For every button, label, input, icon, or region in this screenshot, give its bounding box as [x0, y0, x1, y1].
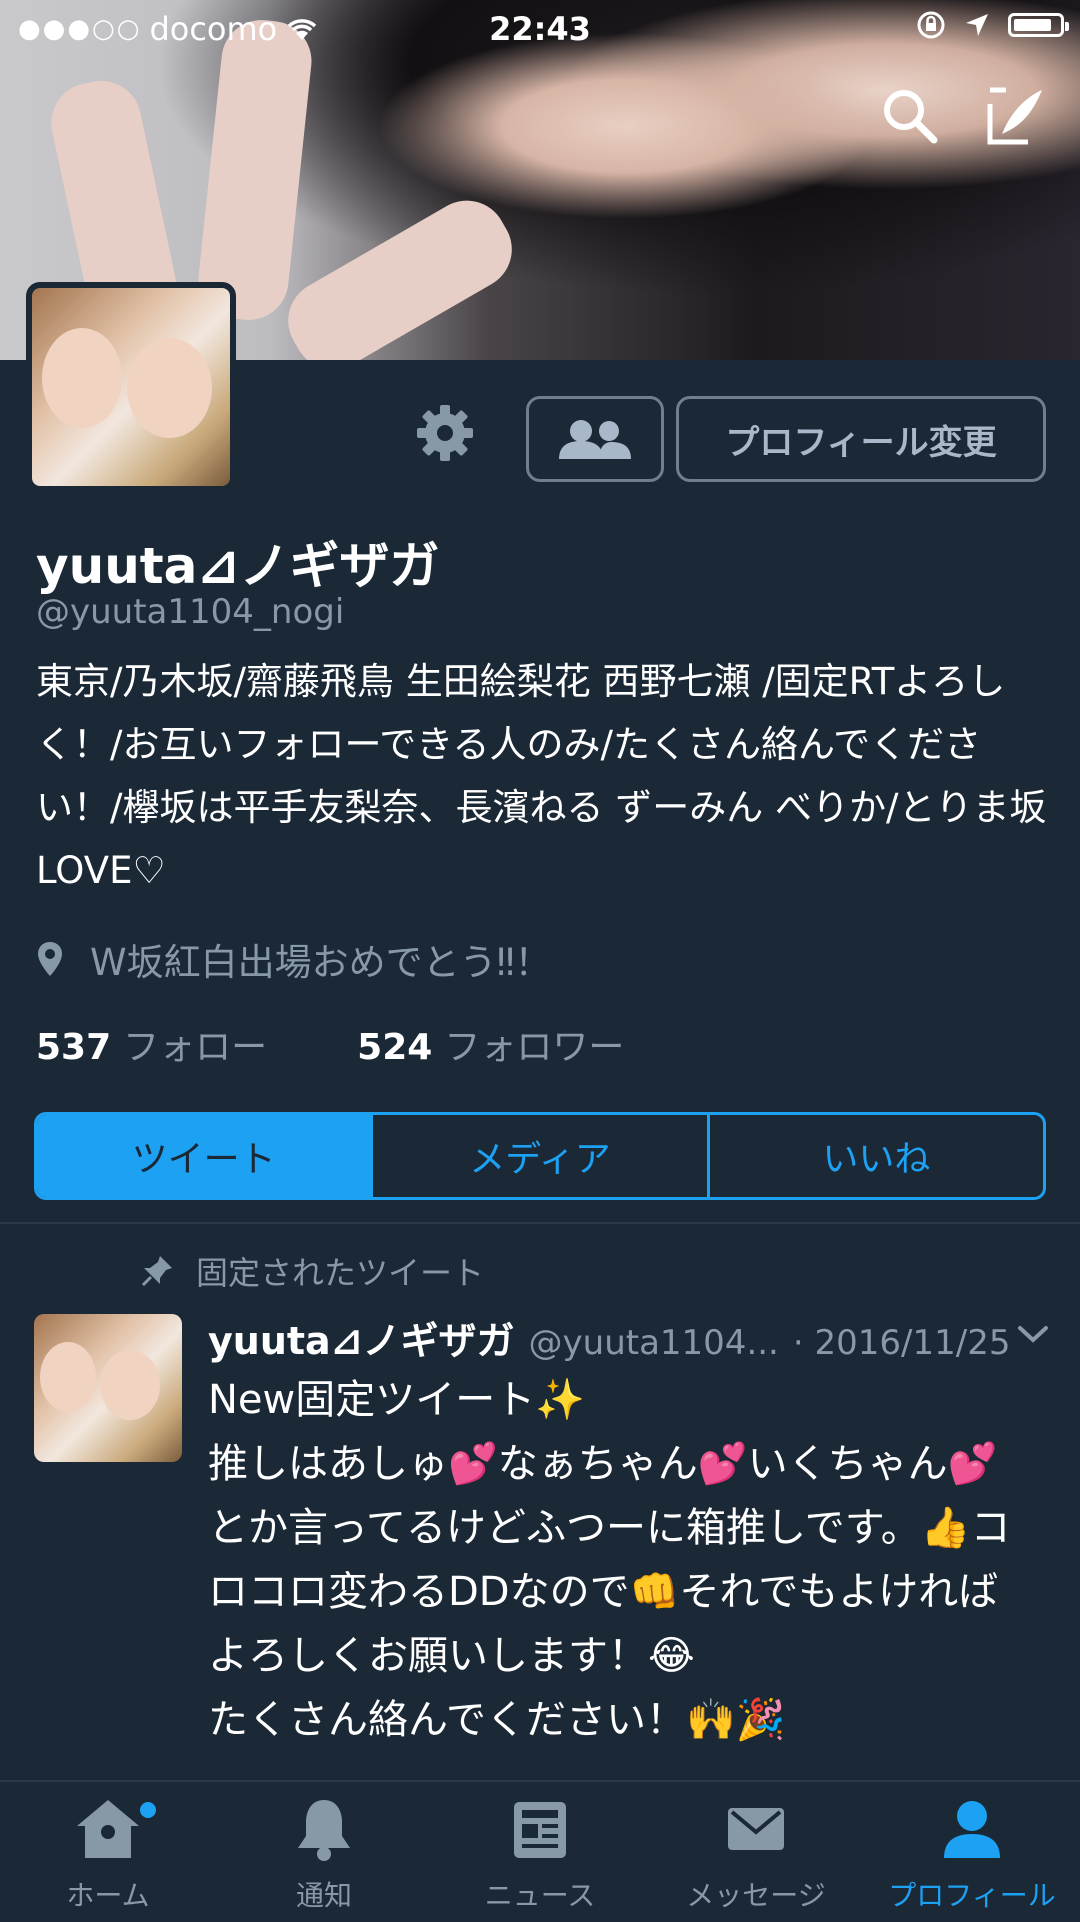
orientation-lock-icon: [917, 11, 945, 39]
tab-label: ホーム: [66, 1879, 150, 1912]
profile-name: yuuta⊿ノギザガ: [36, 537, 440, 595]
tweet-author-name[interactable]: yuuta⊿ノギザガ: [208, 1310, 515, 1365]
news-icon: [514, 1802, 566, 1858]
notification-dot: [140, 1802, 156, 1818]
pinned-tweet-indicator: 固定されたツイート: [140, 1248, 484, 1294]
tab-label: ニュース: [484, 1879, 596, 1912]
tab-notifications[interactable]: 通知: [216, 1782, 432, 1922]
battery-level-fill: [1014, 19, 1051, 31]
banner-hand-shape: [273, 186, 527, 360]
search-icon[interactable]: [878, 84, 942, 148]
tweet-author-handle: @yuuta1104...: [528, 1323, 779, 1363]
followers-label: フォロワー: [444, 1027, 625, 1068]
chevron-down-icon[interactable]: [1016, 1322, 1050, 1346]
pinned-label: 固定されたツイート: [196, 1254, 485, 1292]
followers-count-link[interactable]: 524 フォロワー: [357, 1018, 624, 1070]
people-button[interactable]: [526, 396, 664, 482]
avatar-face-shape: [42, 328, 122, 428]
battery-icon: [1008, 13, 1069, 37]
following-count: 537: [36, 1027, 112, 1068]
tab-home[interactable]: ホーム: [0, 1782, 216, 1922]
tab-likes[interactable]: いいね: [710, 1115, 1043, 1197]
status-icons: [916, 10, 1069, 40]
tab-profile[interactable]: プロフィール: [864, 1782, 1080, 1922]
banner-hand-shape: [194, 16, 316, 324]
avatar-face-shape: [100, 1350, 160, 1420]
location-pin-icon: [38, 942, 62, 976]
profile-avatar[interactable]: [26, 282, 236, 492]
tweet-text: New固定ツイート✨ 推しはあしゅ💕なぁちゃん💕いくちゃん💕とか言ってるけどふつ…: [208, 1377, 1011, 1743]
location-arrow-icon: [966, 14, 988, 36]
bell-icon: [298, 1800, 350, 1861]
status-bar: ●●●○○ docomo 22:43: [0, 0, 1080, 58]
tab-tweets[interactable]: ツイート: [37, 1115, 374, 1197]
profile-segmented-control: ツイート メディア いいね: [34, 1112, 1046, 1200]
avatar-face-shape: [40, 1342, 96, 1412]
following-label: フォロー: [123, 1027, 268, 1068]
tab-messages[interactable]: メッセージ: [648, 1782, 864, 1922]
compose-icon[interactable]: [984, 84, 1048, 148]
profile-handle: @yuuta1104_nogi: [36, 592, 345, 632]
tab-label: 通知: [295, 1879, 352, 1912]
mail-icon: [728, 1808, 784, 1850]
tweet-header: yuuta⊿ノギザガ @yuuta1104... · 2016/11/25: [208, 1310, 1010, 1365]
following-count-link[interactable]: 537 フォロー: [36, 1018, 267, 1070]
people-icon: [559, 420, 631, 459]
divider: [0, 1222, 1080, 1224]
home-icon: [77, 1800, 139, 1858]
tab-label: プロフィール: [888, 1879, 1056, 1912]
tweet-avatar[interactable]: [34, 1314, 182, 1462]
tweet-date: · 2016/11/25: [792, 1323, 1011, 1363]
tab-news[interactable]: ニュース: [432, 1782, 648, 1922]
followers-count: 524: [357, 1027, 433, 1068]
location-text: W坂紅白出場おめでとう‼！: [90, 941, 552, 984]
bottom-tab-bar: ホーム 通知 ニュース メッセージ プロフィール: [0, 1780, 1080, 1922]
gear-icon[interactable]: [414, 402, 476, 464]
edit-profile-button[interactable]: プロフィール変更: [676, 396, 1046, 482]
profile-bio: 東京/乃木坂/齋藤飛鳥 生田絵梨花 西野七瀬 /固定RTよろしく！/お互いフォロ…: [36, 660, 1047, 892]
profile-location: W坂紅白出場おめでとう‼！: [36, 932, 552, 986]
tab-label: メッセージ: [686, 1879, 826, 1912]
tab-media[interactable]: メディア: [373, 1115, 710, 1197]
person-icon: [944, 1801, 1000, 1858]
avatar-face-shape: [127, 338, 212, 438]
pin-icon: [141, 1256, 172, 1287]
follow-counts: 537 フォロー 524 フォロワー: [36, 1018, 624, 1070]
